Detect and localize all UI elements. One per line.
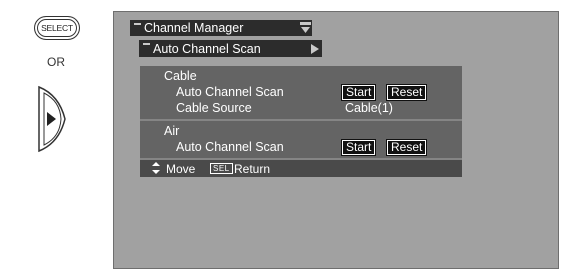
select-key-icon: SELECT [34,16,80,40]
cable-start-button[interactable]: Start [342,85,376,100]
tv-menu-screen: Channel Manager Auto Channel Scan Cable … [113,11,559,269]
auto-channel-scan-label: Auto Channel Scan [176,140,284,154]
menu-bar-icon [134,23,141,32]
auto-channel-scan-label: Auto Channel Scan [176,85,284,99]
air-start-button[interactable]: Start [342,140,376,155]
cable-heading-row: Cable [140,68,462,84]
chevron-down-icon [298,20,312,36]
cable-reset-button[interactable]: Reset [387,85,427,100]
section-heading: Air [164,124,180,138]
cable-source-row[interactable]: Cable Source Cable(1) [140,100,462,116]
menu-bar-icon [143,43,150,52]
up-down-arrow-icon [152,162,160,174]
air-heading-row: Air [140,123,462,139]
cable-section: Cable Auto Channel Scan Start Reset Cabl… [140,66,462,119]
cable-source-value: Cable(1) [345,101,393,115]
select-key-label: SELECT [41,23,73,33]
scan-options-panel: Cable Auto Channel Scan Start Reset Cabl… [140,66,462,177]
chevron-right-icon [308,40,322,57]
auto-channel-scan-title: Auto Channel Scan [153,41,261,56]
remote-right-key-icon [38,85,66,153]
channel-manager-header[interactable]: Channel Manager [130,20,312,36]
sel-key-icon: SEL [210,163,233,174]
or-text: OR [47,55,65,69]
section-heading: Cable [164,69,197,83]
move-hint: Move [166,162,196,176]
cable-auto-scan-row: Auto Channel Scan Start Reset [140,84,462,100]
return-hint: Return [234,162,271,176]
channel-manager-title: Channel Manager [144,21,244,35]
menu-footer: Move SEL Return [140,158,462,177]
air-section: Air Auto Channel Scan Start Reset [140,119,462,158]
air-reset-button[interactable]: Reset [387,140,427,155]
auto-channel-scan-header[interactable]: Auto Channel Scan [139,40,322,57]
air-auto-scan-row: Auto Channel Scan Start Reset [140,139,462,155]
cable-source-label: Cable Source [176,101,252,115]
